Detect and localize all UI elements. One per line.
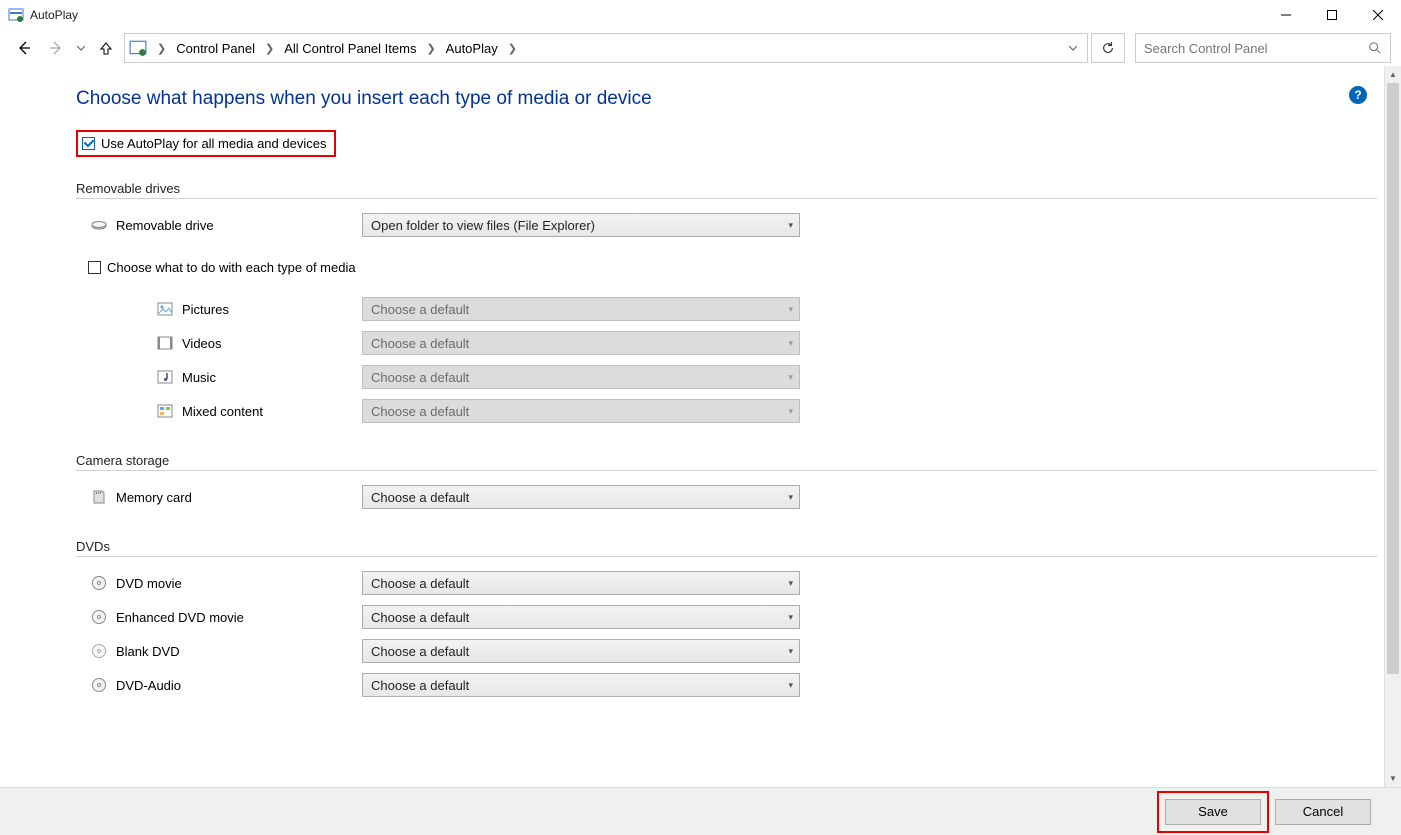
dropdown-value: Choose a default bbox=[371, 678, 469, 693]
autoplay-master-container: Use AutoPlay for all media and devices bbox=[76, 130, 336, 157]
cancel-button[interactable]: Cancel bbox=[1275, 799, 1371, 825]
chevron-down-icon: ▾ bbox=[788, 612, 793, 623]
removable-drive-dropdown[interactable]: Open folder to view files (File Explorer… bbox=[362, 213, 800, 237]
vertical-scrollbar[interactable]: ▲ ▼ bbox=[1384, 66, 1401, 787]
scroll-down-arrow[interactable]: ▼ bbox=[1385, 770, 1401, 787]
dropdown-value: Choose a default bbox=[371, 404, 469, 419]
dvd-icon bbox=[88, 643, 110, 659]
dropdown-value: Choose a default bbox=[371, 370, 469, 385]
close-button[interactable] bbox=[1355, 0, 1401, 30]
dvd-item-label: Blank DVD bbox=[116, 644, 362, 659]
camera-item-label: Memory card bbox=[116, 490, 362, 505]
dropdown-value: Choose a default bbox=[371, 302, 469, 317]
footer-bar: Save Cancel bbox=[0, 787, 1401, 835]
pictures-dropdown[interactable]: Choose a default ▾ bbox=[362, 297, 800, 321]
dvd-icon bbox=[88, 677, 110, 693]
dvd-item-label: DVD movie bbox=[116, 576, 362, 591]
breadcrumb-item[interactable]: AutoPlay bbox=[442, 39, 502, 58]
dropdown-value: Choose a default bbox=[371, 336, 469, 351]
breadcrumb-item[interactable]: All Control Panel Items bbox=[280, 39, 420, 58]
forward-button[interactable] bbox=[42, 34, 70, 62]
back-button[interactable] bbox=[10, 34, 38, 62]
chevron-down-icon: ▾ bbox=[788, 578, 793, 589]
choose-each-type-checkbox[interactable] bbox=[88, 261, 101, 274]
dvd-audio-dropdown[interactable]: Choose a default ▾ bbox=[362, 673, 800, 697]
address-icon bbox=[129, 39, 147, 57]
page-heading: Choose what happens when you insert each… bbox=[76, 88, 1377, 110]
pictures-icon bbox=[154, 301, 176, 317]
save-highlight-annotation: Save bbox=[1157, 791, 1269, 833]
choose-each-type-label: Choose what to do with each type of medi… bbox=[107, 260, 356, 275]
scrollbar-thumb[interactable] bbox=[1387, 83, 1399, 674]
media-type-label: Pictures bbox=[182, 302, 362, 317]
memory-card-icon bbox=[88, 489, 110, 505]
autoplay-master-checkbox[interactable] bbox=[82, 137, 95, 150]
music-icon bbox=[154, 369, 176, 385]
chevron-down-icon: ▾ bbox=[788, 646, 793, 657]
scroll-up-arrow[interactable]: ▲ bbox=[1385, 66, 1401, 83]
help-icon[interactable]: ? bbox=[1349, 86, 1367, 104]
chevron-down-icon: ▾ bbox=[788, 304, 793, 315]
refresh-button[interactable] bbox=[1091, 33, 1125, 63]
dvd-icon bbox=[88, 609, 110, 625]
dropdown-value: Choose a default bbox=[371, 644, 469, 659]
blank-dvd-dropdown[interactable]: Choose a default ▾ bbox=[362, 639, 800, 663]
dropdown-value: Open folder to view files (File Explorer… bbox=[371, 218, 595, 233]
media-type-label: Music bbox=[182, 370, 362, 385]
chevron-right-icon: ❯ bbox=[508, 42, 517, 55]
dvd-icon bbox=[88, 575, 110, 591]
mixed-content-dropdown[interactable]: Choose a default ▾ bbox=[362, 399, 800, 423]
chevron-right-icon: ❯ bbox=[157, 42, 166, 55]
search-icon[interactable] bbox=[1368, 41, 1382, 55]
title-bar: AutoPlay bbox=[0, 0, 1401, 30]
window-title: AutoPlay bbox=[30, 8, 78, 22]
address-bar[interactable]: ❯ Control Panel ❯ All Control Panel Item… bbox=[124, 33, 1088, 63]
chevron-down-icon: ▾ bbox=[788, 372, 793, 383]
search-input[interactable] bbox=[1144, 41, 1368, 56]
history-dropdown[interactable] bbox=[74, 46, 88, 51]
chevron-right-icon: ❯ bbox=[265, 42, 274, 55]
removable-drive-label: Removable drive bbox=[116, 218, 362, 233]
dvd-item-label: Enhanced DVD movie bbox=[116, 610, 362, 625]
minimize-button[interactable] bbox=[1263, 0, 1309, 30]
videos-dropdown[interactable]: Choose a default ▾ bbox=[362, 331, 800, 355]
chevron-down-icon: ▾ bbox=[788, 406, 793, 417]
dvd-item-label: DVD-Audio bbox=[116, 678, 362, 693]
section-title-camera: Camera storage bbox=[76, 453, 1377, 468]
mixed-content-icon bbox=[154, 403, 176, 419]
nav-bar: ❯ Control Panel ❯ All Control Panel Item… bbox=[0, 30, 1401, 66]
dropdown-value: Choose a default bbox=[371, 610, 469, 625]
removable-drive-icon bbox=[88, 217, 110, 233]
up-button[interactable] bbox=[92, 34, 120, 62]
chevron-down-icon: ▾ bbox=[788, 220, 793, 231]
music-dropdown[interactable]: Choose a default ▾ bbox=[362, 365, 800, 389]
app-icon bbox=[8, 7, 24, 23]
address-dropdown-icon[interactable] bbox=[1063, 46, 1083, 51]
autoplay-master-label: Use AutoPlay for all media and devices bbox=[101, 136, 326, 151]
breadcrumb-item[interactable]: Control Panel bbox=[172, 39, 259, 58]
enhanced-dvd-dropdown[interactable]: Choose a default ▾ bbox=[362, 605, 800, 629]
chevron-down-icon: ▾ bbox=[788, 492, 793, 503]
section-title-dvd: DVDs bbox=[76, 539, 1377, 554]
media-type-label: Mixed content bbox=[182, 404, 362, 419]
section-title-removable: Removable drives bbox=[76, 181, 1377, 196]
maximize-button[interactable] bbox=[1309, 0, 1355, 30]
chevron-down-icon: ▾ bbox=[788, 338, 793, 349]
dropdown-value: Choose a default bbox=[371, 576, 469, 591]
videos-icon bbox=[154, 335, 176, 351]
save-button[interactable]: Save bbox=[1165, 799, 1261, 825]
dvd-movie-dropdown[interactable]: Choose a default ▾ bbox=[362, 571, 800, 595]
memory-card-dropdown[interactable]: Choose a default ▾ bbox=[362, 485, 800, 509]
dropdown-value: Choose a default bbox=[371, 490, 469, 505]
chevron-right-icon: ❯ bbox=[426, 42, 435, 55]
chevron-down-icon: ▾ bbox=[788, 680, 793, 691]
media-type-label: Videos bbox=[182, 336, 362, 351]
search-box[interactable] bbox=[1135, 33, 1391, 63]
